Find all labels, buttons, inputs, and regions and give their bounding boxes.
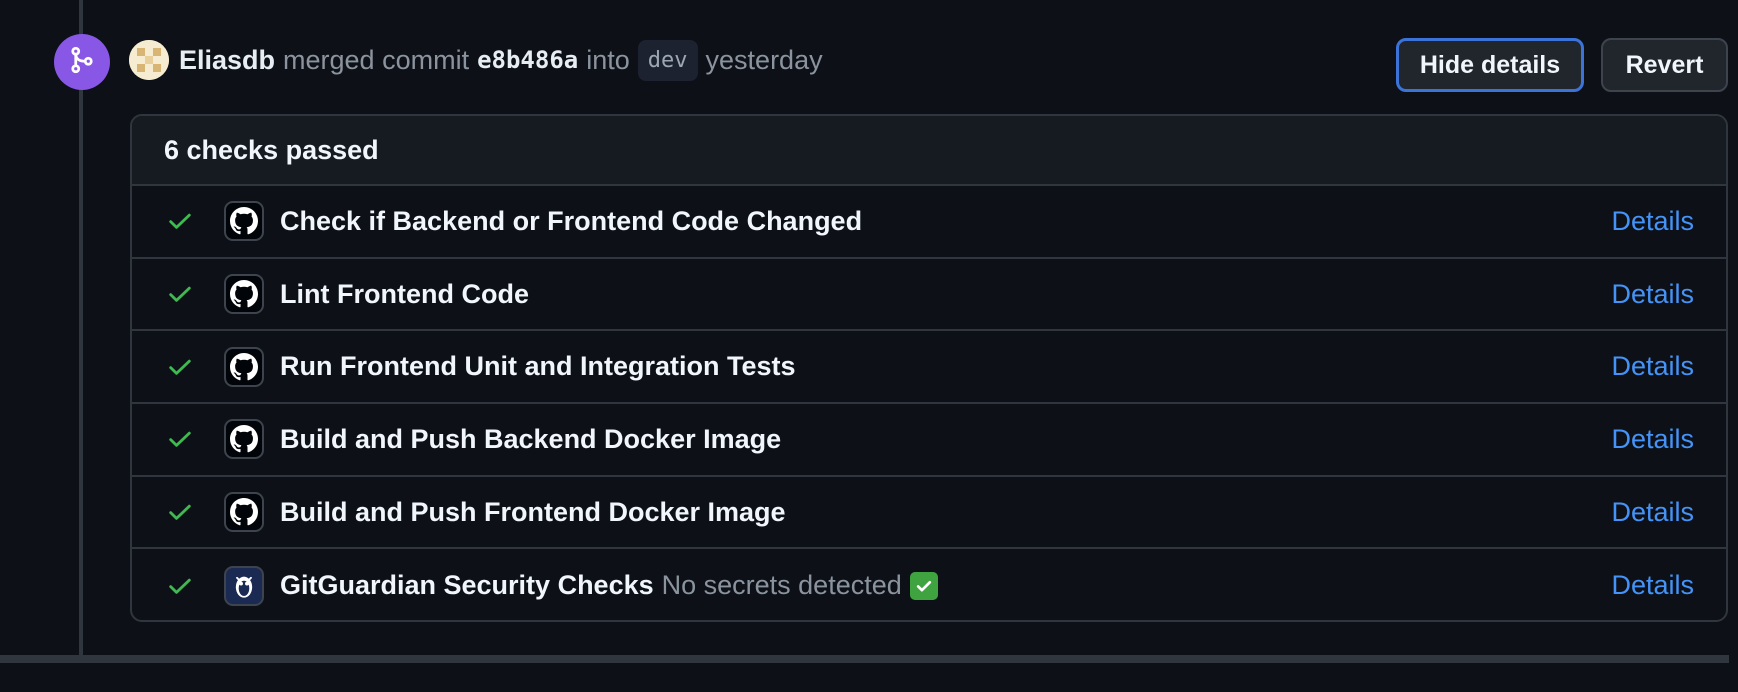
merge-badge [54, 34, 110, 90]
timeline-line [79, 0, 83, 655]
check-row: GitGuardian Security Checks No secrets d… [132, 549, 1726, 620]
branch-label[interactable]: dev [637, 39, 698, 81]
details-link[interactable]: Details [1611, 206, 1694, 237]
merge-event-header: Eliasdb merged commit e8b486a into dev y… [129, 38, 823, 82]
details-link[interactable]: Details [1611, 351, 1694, 382]
details-link[interactable]: Details [1611, 570, 1694, 601]
check-row: Build and Push Backend Docker Image Deta… [132, 404, 1726, 477]
github-icon [224, 201, 264, 242]
check-description: No secrets detected [661, 570, 902, 601]
check-name: Lint Frontend Code [280, 278, 529, 309]
check-name: Build and Push Frontend Docker Image [280, 496, 786, 527]
check-icon [164, 570, 196, 602]
check-row: Check if Backend or Frontend Code Change… [132, 186, 1726, 259]
white-check-mark-emoji-icon [909, 571, 938, 600]
hide-details-button[interactable]: Hide details [1396, 38, 1584, 92]
github-icon [224, 274, 264, 315]
avatar[interactable] [129, 40, 169, 80]
event-action: merged commit [283, 44, 470, 75]
revert-button[interactable]: Revert [1601, 38, 1728, 92]
check-row: Build and Push Frontend Docker Image Det… [132, 477, 1726, 550]
check-icon [164, 496, 196, 528]
details-link[interactable]: Details [1611, 497, 1694, 528]
author-link[interactable]: Eliasdb [179, 45, 275, 76]
github-icon [224, 492, 264, 533]
github-icon [224, 346, 264, 387]
gitguardian-icon [224, 565, 264, 606]
commit-sha-link[interactable]: e8b486a [477, 46, 578, 74]
check-name: Build and Push Backend Docker Image [280, 423, 782, 454]
check-icon [164, 423, 196, 455]
details-link[interactable]: Details [1611, 279, 1694, 310]
check-name: Run Frontend Unit and Integration Tests [280, 351, 796, 382]
check-name: GitGuardian Security Checks [280, 570, 654, 601]
git-merge-icon [67, 45, 97, 80]
check-name: Check if Backend or Frontend Code Change… [280, 205, 863, 236]
check-row: Lint Frontend Code Details [132, 259, 1726, 332]
checks-panel: 6 checks passed Check if Backend or Fron… [130, 114, 1728, 622]
check-icon [164, 351, 196, 383]
checks-summary: 6 checks passed [132, 116, 1726, 186]
bottom-divider [0, 655, 1729, 663]
check-icon [164, 278, 196, 310]
details-link[interactable]: Details [1611, 424, 1694, 455]
event-into: into [586, 44, 630, 75]
github-icon [224, 419, 264, 460]
check-row: Run Frontend Unit and Integration Tests … [132, 331, 1726, 405]
event-time: yesterday [705, 44, 823, 75]
check-icon [164, 205, 196, 237]
